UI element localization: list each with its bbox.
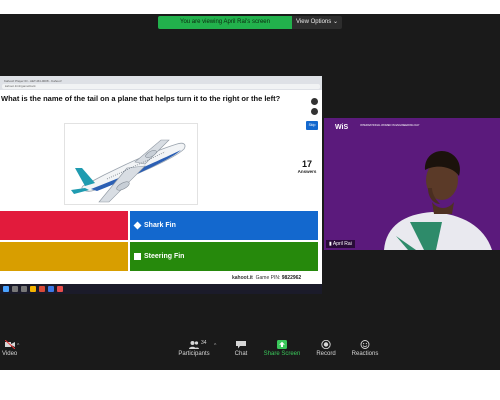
reactions-label: Reactions xyxy=(351,351,379,357)
chat-button[interactable]: Chat xyxy=(230,340,252,357)
video-button[interactable]: Video xyxy=(2,340,17,357)
share-screen-label: Share Screen xyxy=(263,351,301,357)
video-options-caret[interactable]: ^ xyxy=(17,343,19,349)
answer-red[interactable] xyxy=(0,211,128,240)
shared-screen: Kahoot! Player ID - AET-M4-0008 - Kahoot… xyxy=(0,76,322,294)
participant-video[interactable]: WiS INTERNATIONAL WOMEN IN ENGINEERING D… xyxy=(324,118,500,250)
answer-label: Steering Fin xyxy=(144,253,185,260)
address-bar[interactable]: kahoot.it/v2/gameblock xyxy=(2,84,320,89)
share-screen-button[interactable]: Share Screen xyxy=(262,340,302,357)
question-image xyxy=(64,123,198,205)
participants-button[interactable]: 34 Participants xyxy=(176,340,212,357)
signal-icon: ▮ xyxy=(329,241,332,247)
square-icon xyxy=(134,253,141,260)
diamond-icon xyxy=(133,221,142,230)
answers-count: 17 xyxy=(301,159,312,169)
windows-start-icon[interactable] xyxy=(3,286,9,292)
participants-count: 34 xyxy=(201,340,207,346)
answer-yellow[interactable] xyxy=(0,242,128,271)
kahoot-site: kahoot.it xyxy=(232,275,253,281)
fullscreen-icon[interactable] xyxy=(311,108,318,115)
chat-icon xyxy=(236,341,246,349)
app-icon[interactable] xyxy=(39,286,45,292)
answer-label: Shark Fin xyxy=(144,222,176,229)
chrome-icon[interactable] xyxy=(30,286,36,292)
record-button[interactable]: Record xyxy=(314,340,338,357)
search-icon[interactable] xyxy=(12,286,18,292)
browser-chrome: Kahoot! Player ID - AET-M4-0008 - Kahoot… xyxy=(0,76,322,90)
chat-label: Chat xyxy=(234,351,248,357)
answer-steering-fin[interactable]: Steering Fin xyxy=(130,242,318,271)
taskview-icon[interactable] xyxy=(21,286,27,292)
skip-button[interactable]: Skip xyxy=(306,121,318,130)
app-icon[interactable] xyxy=(57,286,63,292)
kahoot-footer: kahoot.it Game PIN: 9822962 xyxy=(0,274,322,284)
viewing-banner: You are viewing April Rai's screen xyxy=(158,16,292,29)
share-screen-icon xyxy=(277,340,287,349)
participant-name: ▮ April Rai xyxy=(326,240,355,248)
video-label: Video xyxy=(2,351,18,357)
answer-shark-fin[interactable]: Shark Fin xyxy=(130,211,318,240)
side-controls xyxy=(311,98,318,118)
answers-label: Answers xyxy=(297,169,317,174)
chevron-down-icon: ⌄ xyxy=(332,19,338,25)
person-video xyxy=(384,150,492,250)
music-icon[interactable] xyxy=(311,98,318,105)
reactions-button[interactable]: Reactions xyxy=(350,340,380,357)
game-pin: 9822962 xyxy=(281,275,302,281)
airplane-icon xyxy=(71,139,186,203)
game-pin-label: Game PIN: xyxy=(255,275,281,281)
participants-label: Participants xyxy=(178,351,210,357)
participants-icon xyxy=(189,341,199,349)
answers-counter: 17 Answers xyxy=(294,159,320,174)
windows-taskbar xyxy=(0,284,322,294)
question-text: What is the name of the tail on a plane … xyxy=(1,94,281,103)
record-icon xyxy=(321,340,331,349)
view-options-button[interactable]: View Options ⌄ xyxy=(292,16,342,29)
record-label: Record xyxy=(316,351,336,357)
view-options-label: View Options xyxy=(296,19,332,25)
participant-name-text: April Rai xyxy=(332,241,352,247)
reactions-icon xyxy=(360,340,370,349)
video-off-icon xyxy=(4,340,15,349)
meeting-toolbar: Video ^ 34 Participants ^ Chat Share Scr… xyxy=(0,338,500,370)
app-icon[interactable] xyxy=(48,286,54,292)
game-pin-info: kahoot.it Game PIN: 9822962 xyxy=(232,275,301,281)
participants-options-caret[interactable]: ^ xyxy=(214,343,216,349)
browser-tabs[interactable]: Kahoot! Player ID - AET-M4-0008 - Kahoot… xyxy=(4,79,62,83)
